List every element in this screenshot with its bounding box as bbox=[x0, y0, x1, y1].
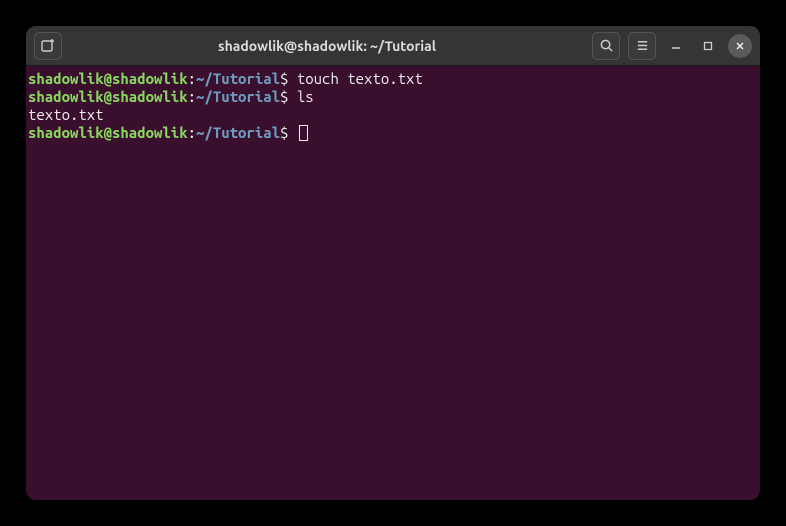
prompt-user: shadowlik@shadowlik bbox=[28, 70, 188, 87]
search-button[interactable] bbox=[592, 32, 620, 60]
titlebar-left bbox=[34, 32, 62, 60]
command-text: ls bbox=[297, 88, 314, 105]
minimize-button[interactable] bbox=[664, 34, 688, 58]
output-text: texto.txt bbox=[28, 106, 104, 123]
prompt-user: shadowlik@shadowlik bbox=[28, 124, 188, 141]
prompt-path: ~/Tutorial bbox=[196, 124, 280, 141]
new-tab-button[interactable] bbox=[34, 32, 62, 60]
prompt-user: shadowlik@shadowlik bbox=[28, 88, 188, 105]
terminal-window: shadowlik@shadowlik: ~/Tutorial bbox=[26, 26, 760, 500]
terminal-body[interactable]: shadowlik@shadowlik:~/Tutorial$ touch te… bbox=[26, 66, 760, 500]
close-icon bbox=[735, 41, 745, 51]
menu-button[interactable] bbox=[628, 32, 656, 60]
maximize-button[interactable] bbox=[696, 34, 720, 58]
window-title: shadowlik@shadowlik: ~/Tutorial bbox=[68, 38, 586, 54]
search-icon bbox=[599, 38, 614, 53]
prompt-path: ~/Tutorial bbox=[196, 88, 280, 105]
minimize-icon bbox=[671, 41, 681, 51]
prompt-symbol: $ bbox=[280, 124, 297, 141]
terminal-line: shadowlik@shadowlik:~/Tutorial$ bbox=[28, 124, 758, 143]
terminal-line: shadowlik@shadowlik:~/Tutorial$ ls bbox=[28, 88, 758, 106]
titlebar-right bbox=[592, 32, 752, 60]
close-button[interactable] bbox=[728, 34, 752, 58]
hamburger-icon bbox=[635, 38, 650, 53]
prompt-separator: : bbox=[188, 88, 196, 105]
titlebar[interactable]: shadowlik@shadowlik: ~/Tutorial bbox=[26, 26, 760, 66]
prompt-symbol: $ bbox=[280, 88, 297, 105]
prompt-separator: : bbox=[188, 124, 196, 141]
cursor-icon bbox=[299, 125, 308, 141]
maximize-icon bbox=[703, 41, 713, 51]
command-text: touch texto.txt bbox=[297, 70, 423, 87]
prompt-symbol: $ bbox=[280, 70, 297, 87]
prompt-path: ~/Tutorial bbox=[196, 70, 280, 87]
new-tab-icon bbox=[40, 38, 56, 54]
terminal-line: shadowlik@shadowlik:~/Tutorial$ touch te… bbox=[28, 70, 758, 88]
prompt-separator: : bbox=[188, 70, 196, 87]
terminal-output-line: texto.txt bbox=[28, 106, 758, 124]
